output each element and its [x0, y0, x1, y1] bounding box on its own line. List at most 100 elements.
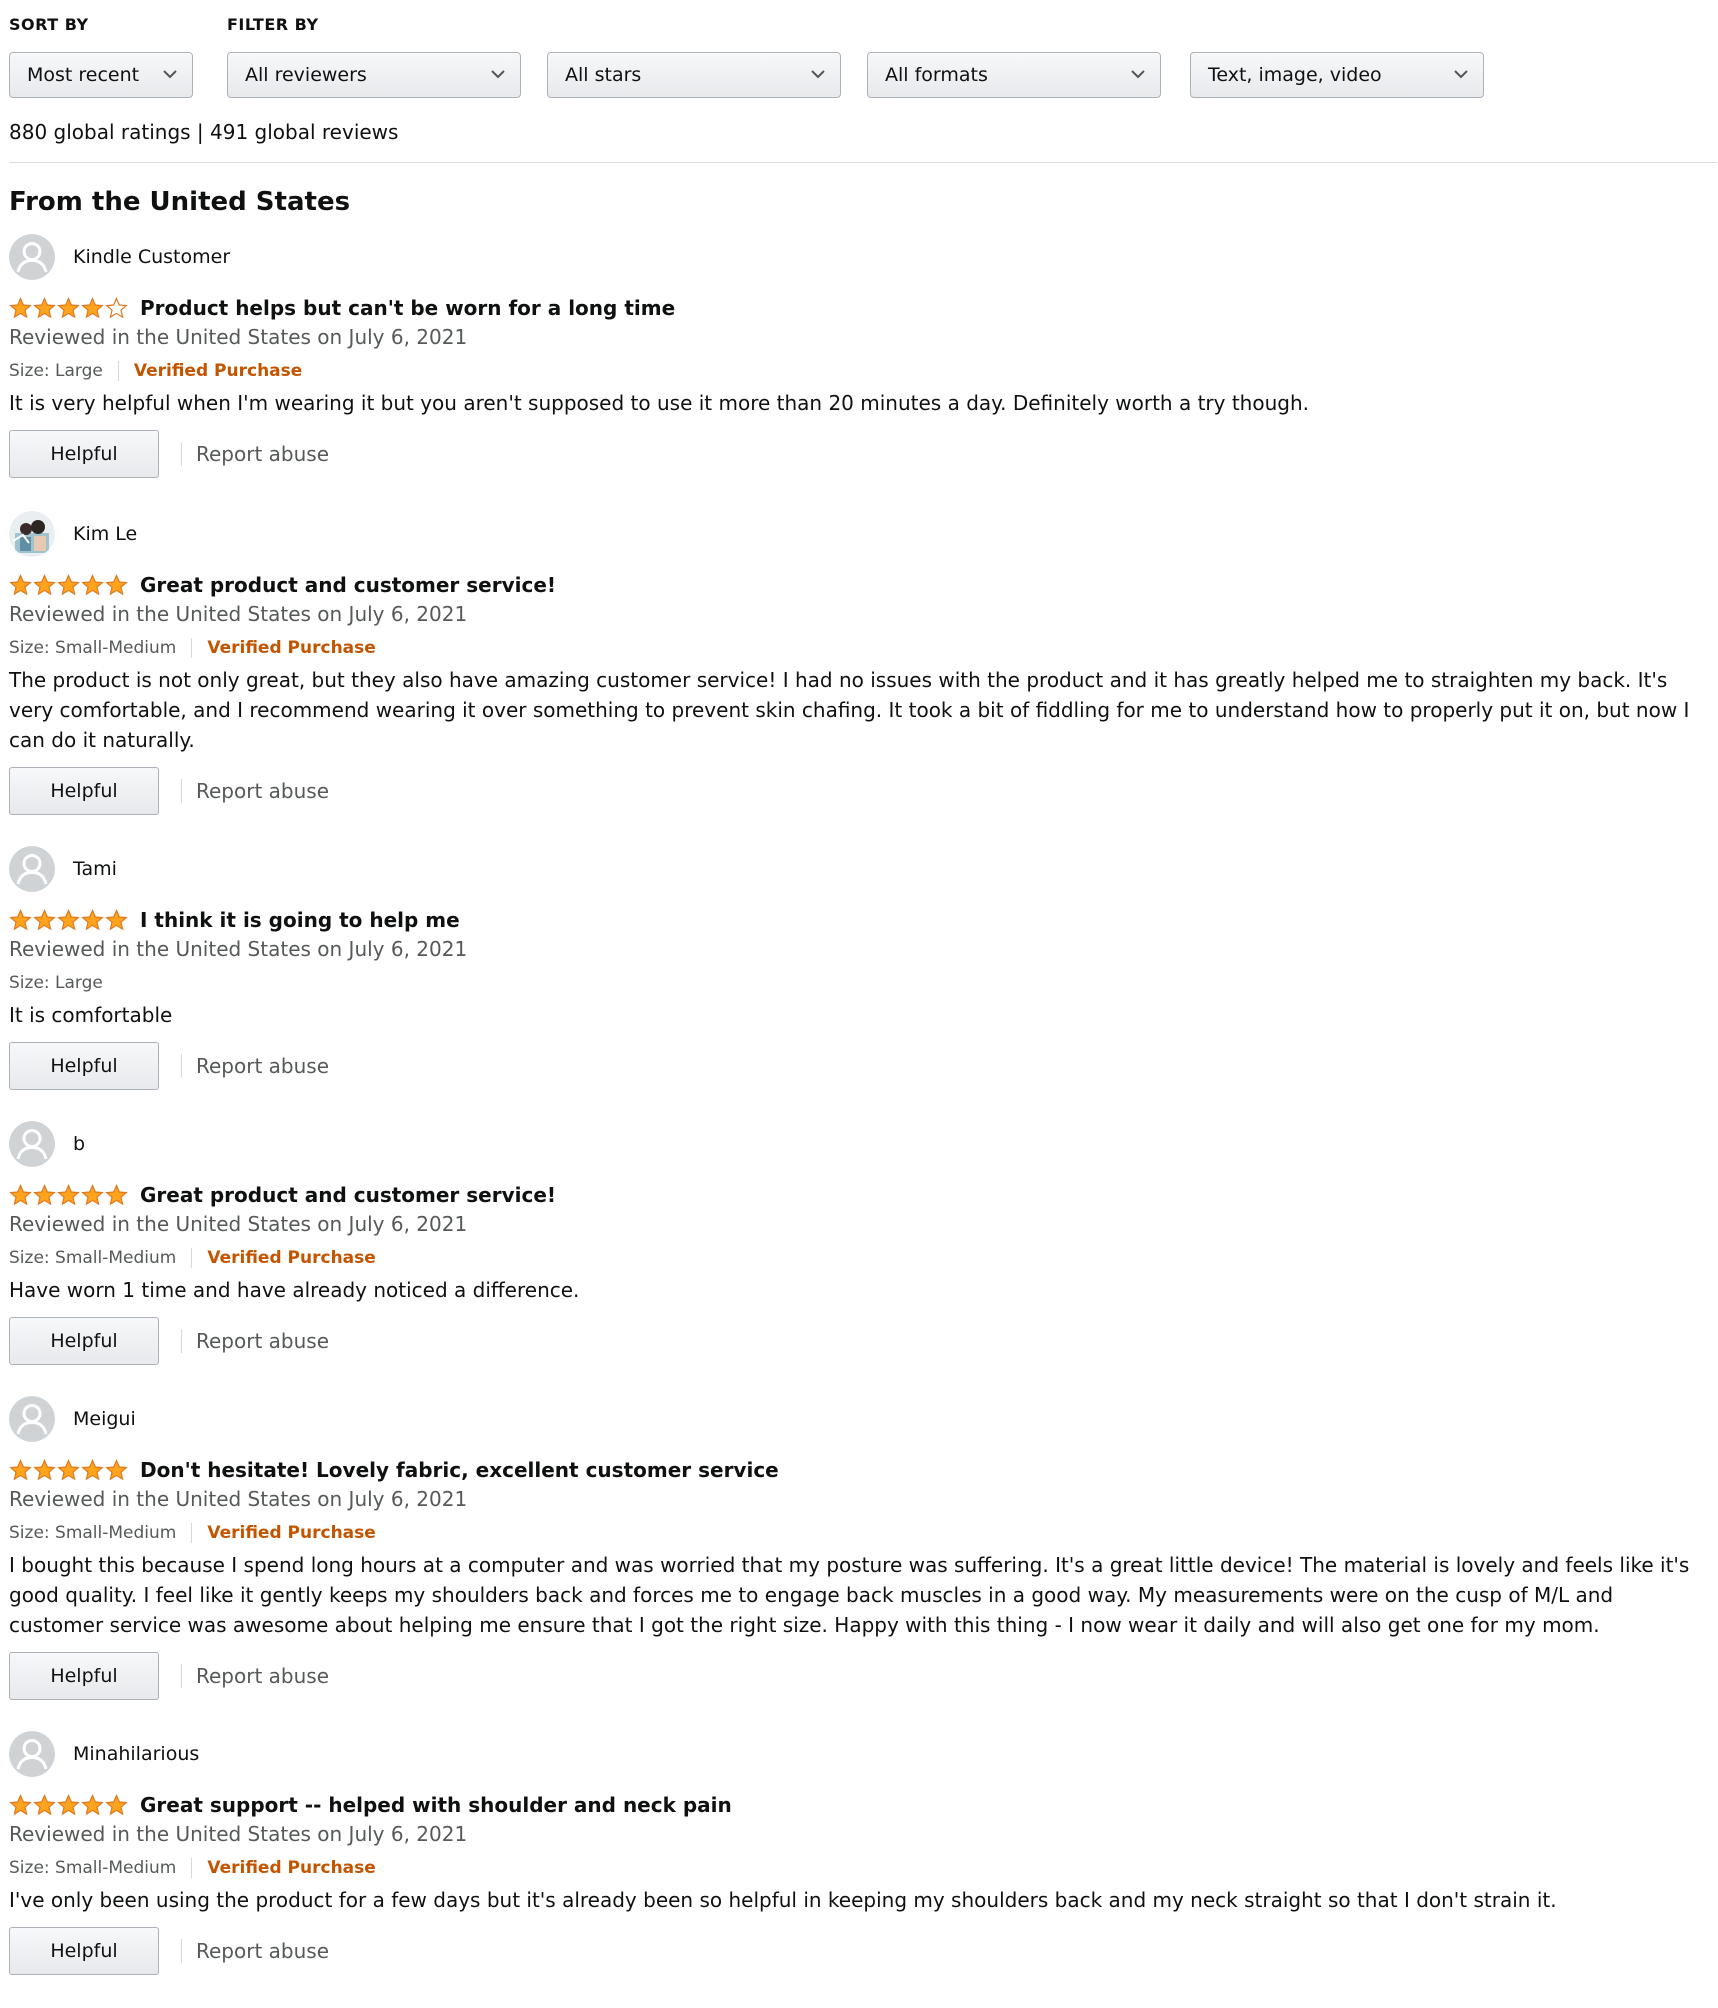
review-item: Meigui Don't hesitate! Lovely fabric, exc…	[9, 1393, 1709, 1700]
star-rating[interactable]	[9, 909, 128, 931]
author-name[interactable]: Meigui	[73, 1408, 136, 1430]
star-filled-icon	[9, 1184, 32, 1206]
reviewer-filter-dropdown[interactable]: All reviewers	[227, 52, 521, 98]
report-abuse-link[interactable]: Report abuse	[196, 1939, 329, 1963]
chevron-down-icon	[811, 70, 825, 79]
review-list: Kindle Customer Product helps but can't b…	[9, 231, 1709, 1975]
sort-dropdown-value: Most recent	[27, 64, 140, 86]
review-title-row: Great product and customer service!	[9, 1180, 1709, 1210]
sort-dropdown[interactable]: Most recent	[9, 52, 193, 98]
format-filter-value: All formats	[885, 64, 988, 86]
star-filled-icon	[57, 1794, 80, 1816]
action-separator	[181, 779, 182, 803]
helpful-button[interactable]: Helpful	[9, 1317, 159, 1365]
region-heading: From the United States	[9, 187, 351, 217]
review-author: Tami	[9, 843, 1709, 895]
star-filled-icon	[81, 1459, 104, 1481]
filter-bar: Most recent All reviewers All stars All …	[9, 52, 1709, 102]
star-filled-icon	[33, 574, 56, 596]
star-rating[interactable]	[9, 297, 128, 319]
review-actions: Helpful Report abuse	[9, 767, 1709, 815]
meta-separator	[117, 361, 119, 381]
review-body: I've only been using the product for a f…	[9, 1888, 1557, 1912]
report-abuse-link[interactable]: Report abuse	[196, 1329, 329, 1353]
reviewer-filter-value: All reviewers	[245, 64, 367, 86]
review-actions: Helpful Report abuse	[9, 430, 1709, 478]
star-filled-icon	[33, 1459, 56, 1481]
helpful-button[interactable]: Helpful	[9, 1042, 159, 1090]
review-author: b	[9, 1118, 1709, 1170]
format-filter-dropdown[interactable]: All formats	[867, 52, 1161, 98]
review-date: Reviewed in the United States on July 6,…	[9, 602, 468, 626]
helpful-button[interactable]: Helpful	[9, 430, 159, 478]
author-name[interactable]: Kim Le	[73, 523, 137, 545]
review-title[interactable]: Great product and customer service!	[140, 573, 556, 597]
default-avatar-icon[interactable]	[9, 1121, 55, 1167]
star-filter-dropdown[interactable]: All stars	[547, 52, 841, 98]
media-filter-dropdown[interactable]: Text, image, video	[1190, 52, 1484, 98]
review-actions: Helpful Report abuse	[9, 1927, 1709, 1975]
review-meta: Size: Small-Medium Verified Purchase	[9, 1245, 1709, 1271]
review-author: Minahilarious	[9, 1728, 1709, 1780]
review-meta: Size: Large	[9, 970, 1709, 996]
helpful-button[interactable]: Helpful	[9, 1652, 159, 1700]
default-avatar-icon[interactable]	[9, 846, 55, 892]
star-rating[interactable]	[9, 574, 128, 596]
default-avatar-icon[interactable]	[9, 1731, 55, 1777]
review-actions: Helpful Report abuse	[9, 1652, 1709, 1700]
review-title-row: Don't hesitate! Lovely fabric, excellent…	[9, 1455, 1709, 1485]
review-title[interactable]: I think it is going to help me	[140, 908, 460, 932]
star-filled-icon	[9, 297, 32, 319]
default-avatar-icon[interactable]	[9, 234, 55, 280]
size-option[interactable]: Size: Large	[9, 973, 103, 993]
action-separator	[181, 1054, 182, 1078]
author-name[interactable]: Tami	[73, 858, 117, 880]
star-filled-icon	[33, 297, 56, 319]
report-abuse-link[interactable]: Report abuse	[196, 1054, 329, 1078]
star-filled-icon	[81, 297, 104, 319]
star-filled-icon	[9, 1794, 32, 1816]
review-title[interactable]: Great support -- helped with shoulder an…	[140, 1793, 732, 1817]
author-name[interactable]: b	[73, 1133, 85, 1155]
size-option[interactable]: Size: Small-Medium	[9, 1523, 176, 1543]
review-meta: Size: Small-Medium Verified Purchase	[9, 635, 1709, 661]
author-name[interactable]: Kindle Customer	[73, 246, 230, 268]
meta-separator	[191, 638, 193, 658]
default-avatar-icon[interactable]	[9, 1396, 55, 1442]
review-item: b Great product and customer service! Revi…	[9, 1118, 1709, 1365]
helpful-button[interactable]: Helpful	[9, 767, 159, 815]
review-title[interactable]: Product helps but can't be worn for a lo…	[140, 296, 675, 320]
star-rating[interactable]	[9, 1184, 128, 1206]
chevron-down-icon	[491, 70, 505, 79]
star-filled-icon	[105, 1184, 128, 1206]
report-abuse-link[interactable]: Report abuse	[196, 1664, 329, 1688]
author-name[interactable]: Minahilarious	[73, 1743, 199, 1765]
star-filled-icon	[81, 1794, 104, 1816]
verified-purchase-badge: Verified Purchase	[207, 1248, 376, 1268]
review-title[interactable]: Don't hesitate! Lovely fabric, excellent…	[140, 1458, 779, 1482]
helpful-button[interactable]: Helpful	[9, 1927, 159, 1975]
report-abuse-link[interactable]: Report abuse	[196, 442, 329, 466]
report-abuse-link[interactable]: Report abuse	[196, 779, 329, 803]
star-rating[interactable]	[9, 1459, 128, 1481]
review-actions: Helpful Report abuse	[9, 1317, 1709, 1365]
star-filled-icon	[33, 1184, 56, 1206]
review-author: Kim Le	[9, 508, 1709, 560]
meta-separator	[191, 1858, 193, 1878]
star-filled-icon	[105, 1794, 128, 1816]
size-option[interactable]: Size: Large	[9, 361, 103, 381]
meta-separator	[191, 1523, 193, 1543]
action-separator	[181, 1939, 182, 1963]
review-title-row: Great product and customer service!	[9, 570, 1709, 600]
review-meta: Size: Large Verified Purchase	[9, 358, 1709, 384]
review-title[interactable]: Great product and customer service!	[140, 1183, 556, 1207]
size-option[interactable]: Size: Small-Medium	[9, 1858, 176, 1878]
star-rating[interactable]	[9, 1794, 128, 1816]
star-filled-icon	[57, 909, 80, 931]
media-filter-value: Text, image, video	[1208, 64, 1382, 86]
review-title-row: Product helps but can't be worn for a lo…	[9, 293, 1709, 323]
size-option[interactable]: Size: Small-Medium	[9, 1248, 176, 1268]
divider	[9, 162, 1717, 163]
photo-avatar-icon[interactable]	[9, 511, 55, 557]
size-option[interactable]: Size: Small-Medium	[9, 638, 176, 658]
